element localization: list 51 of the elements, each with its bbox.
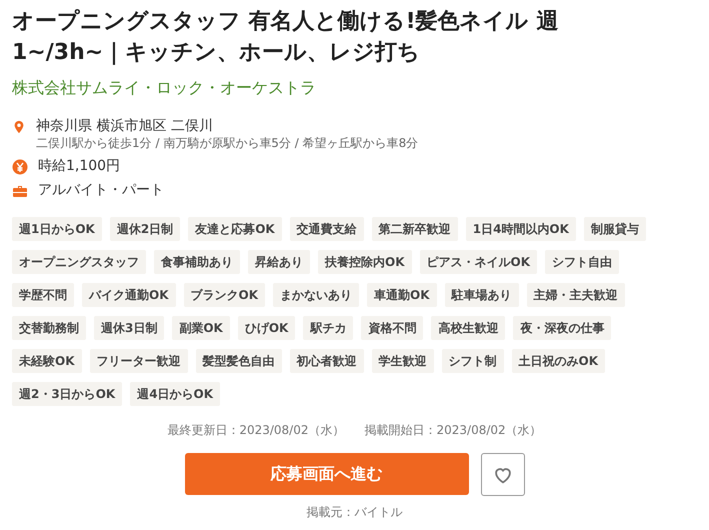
- feature-tag: 駐車場あり: [444, 283, 518, 307]
- job-title: オープニングスタッフ 有名人と働ける!髪色ネイル 週1~/3h~｜キッチン、ホール、レジ打ち: [12, 8, 560, 67]
- feature-tag: 交替勤務制: [12, 316, 86, 340]
- detail-text: 神奈川県 横浜市旭区 二俣川: [36, 117, 214, 135]
- feature-tag: ピアス・ネイルOK: [420, 250, 537, 274]
- feature-tag: ひげOK: [238, 316, 296, 340]
- feature-tag: 昇給あり: [248, 250, 310, 274]
- feature-tag: 車通勤OK: [367, 283, 436, 307]
- yen-icon: [12, 159, 28, 175]
- date-text: 最終更新日：2023/08/02（水）: [167, 422, 344, 439]
- feature-tag: ブランクOK: [184, 283, 265, 307]
- feature-tag: シフト自由: [545, 250, 619, 274]
- feature-tag: 週休2日制: [110, 217, 180, 241]
- detail-text: 時給1,100円: [38, 157, 120, 175]
- feature-tag: 高校生歓迎: [431, 316, 506, 340]
- feature-tag: 週4日からOK: [130, 382, 220, 406]
- feature-tag: 扶養控除内OK: [318, 250, 412, 274]
- feature-tag: 週2・3日からOK: [12, 382, 122, 406]
- feature-tag: 初心者歓迎: [290, 349, 364, 373]
- feature-tag: 駅チカ: [303, 316, 354, 340]
- favorite-button[interactable]: [480, 453, 524, 496]
- feature-tag: 夜・深夜の仕事: [513, 316, 612, 340]
- feature-tag: 主婦・主夫歓迎: [526, 283, 624, 307]
- feature-tag: 学歴不問: [12, 283, 74, 307]
- feature-tag: 未経験OK: [12, 349, 82, 373]
- feature-tag: 週1日からOK: [12, 217, 102, 241]
- feature-tag: 学生歓迎: [372, 349, 434, 373]
- feature-tag: 食事補助あり: [154, 250, 240, 274]
- date-text: 掲載開始日：2023/08/02（水）: [364, 422, 542, 439]
- feature-tag: オープニングスタッフ: [12, 250, 146, 274]
- briefcase-icon: [12, 183, 28, 199]
- apply-button[interactable]: 応募画面へ進む: [184, 453, 468, 495]
- access-text: 二俣川駅から徒歩1分 / 南万騎が原駅から車5分 / 希望ヶ丘駅から車8分: [36, 135, 418, 151]
- feature-tag: フリーター歓迎: [90, 349, 188, 373]
- detail-text: アルバイト・パート: [38, 181, 164, 199]
- feature-tag: 1日4時間以内OK: [466, 217, 576, 241]
- feature-tag: 第二新卒歓迎: [372, 217, 458, 241]
- feature-tag: 副業OK: [172, 316, 230, 340]
- feature-tag: 土日祝のみOK: [512, 349, 605, 373]
- feature-tag: 友達と応募OK: [188, 217, 282, 241]
- feature-tag: まかないあり: [273, 283, 359, 307]
- feature-tag: 資格不問: [361, 316, 424, 340]
- feature-tag: バイク通勤OK: [82, 283, 176, 307]
- feature-tag: 髪型髪色自由: [196, 349, 282, 373]
- feature-tag: 交通費支給: [290, 217, 364, 241]
- location-pin-icon: [12, 119, 26, 135]
- feature-tag: 週休3日制: [94, 316, 164, 340]
- company-name: 株式会社サムライ・ロック・オーケストラ: [12, 78, 317, 99]
- feature-tag: 制服貸与: [584, 217, 646, 241]
- source-text: 掲載元：バイトル: [306, 504, 404, 521]
- feature-tag: シフト制: [442, 349, 504, 373]
